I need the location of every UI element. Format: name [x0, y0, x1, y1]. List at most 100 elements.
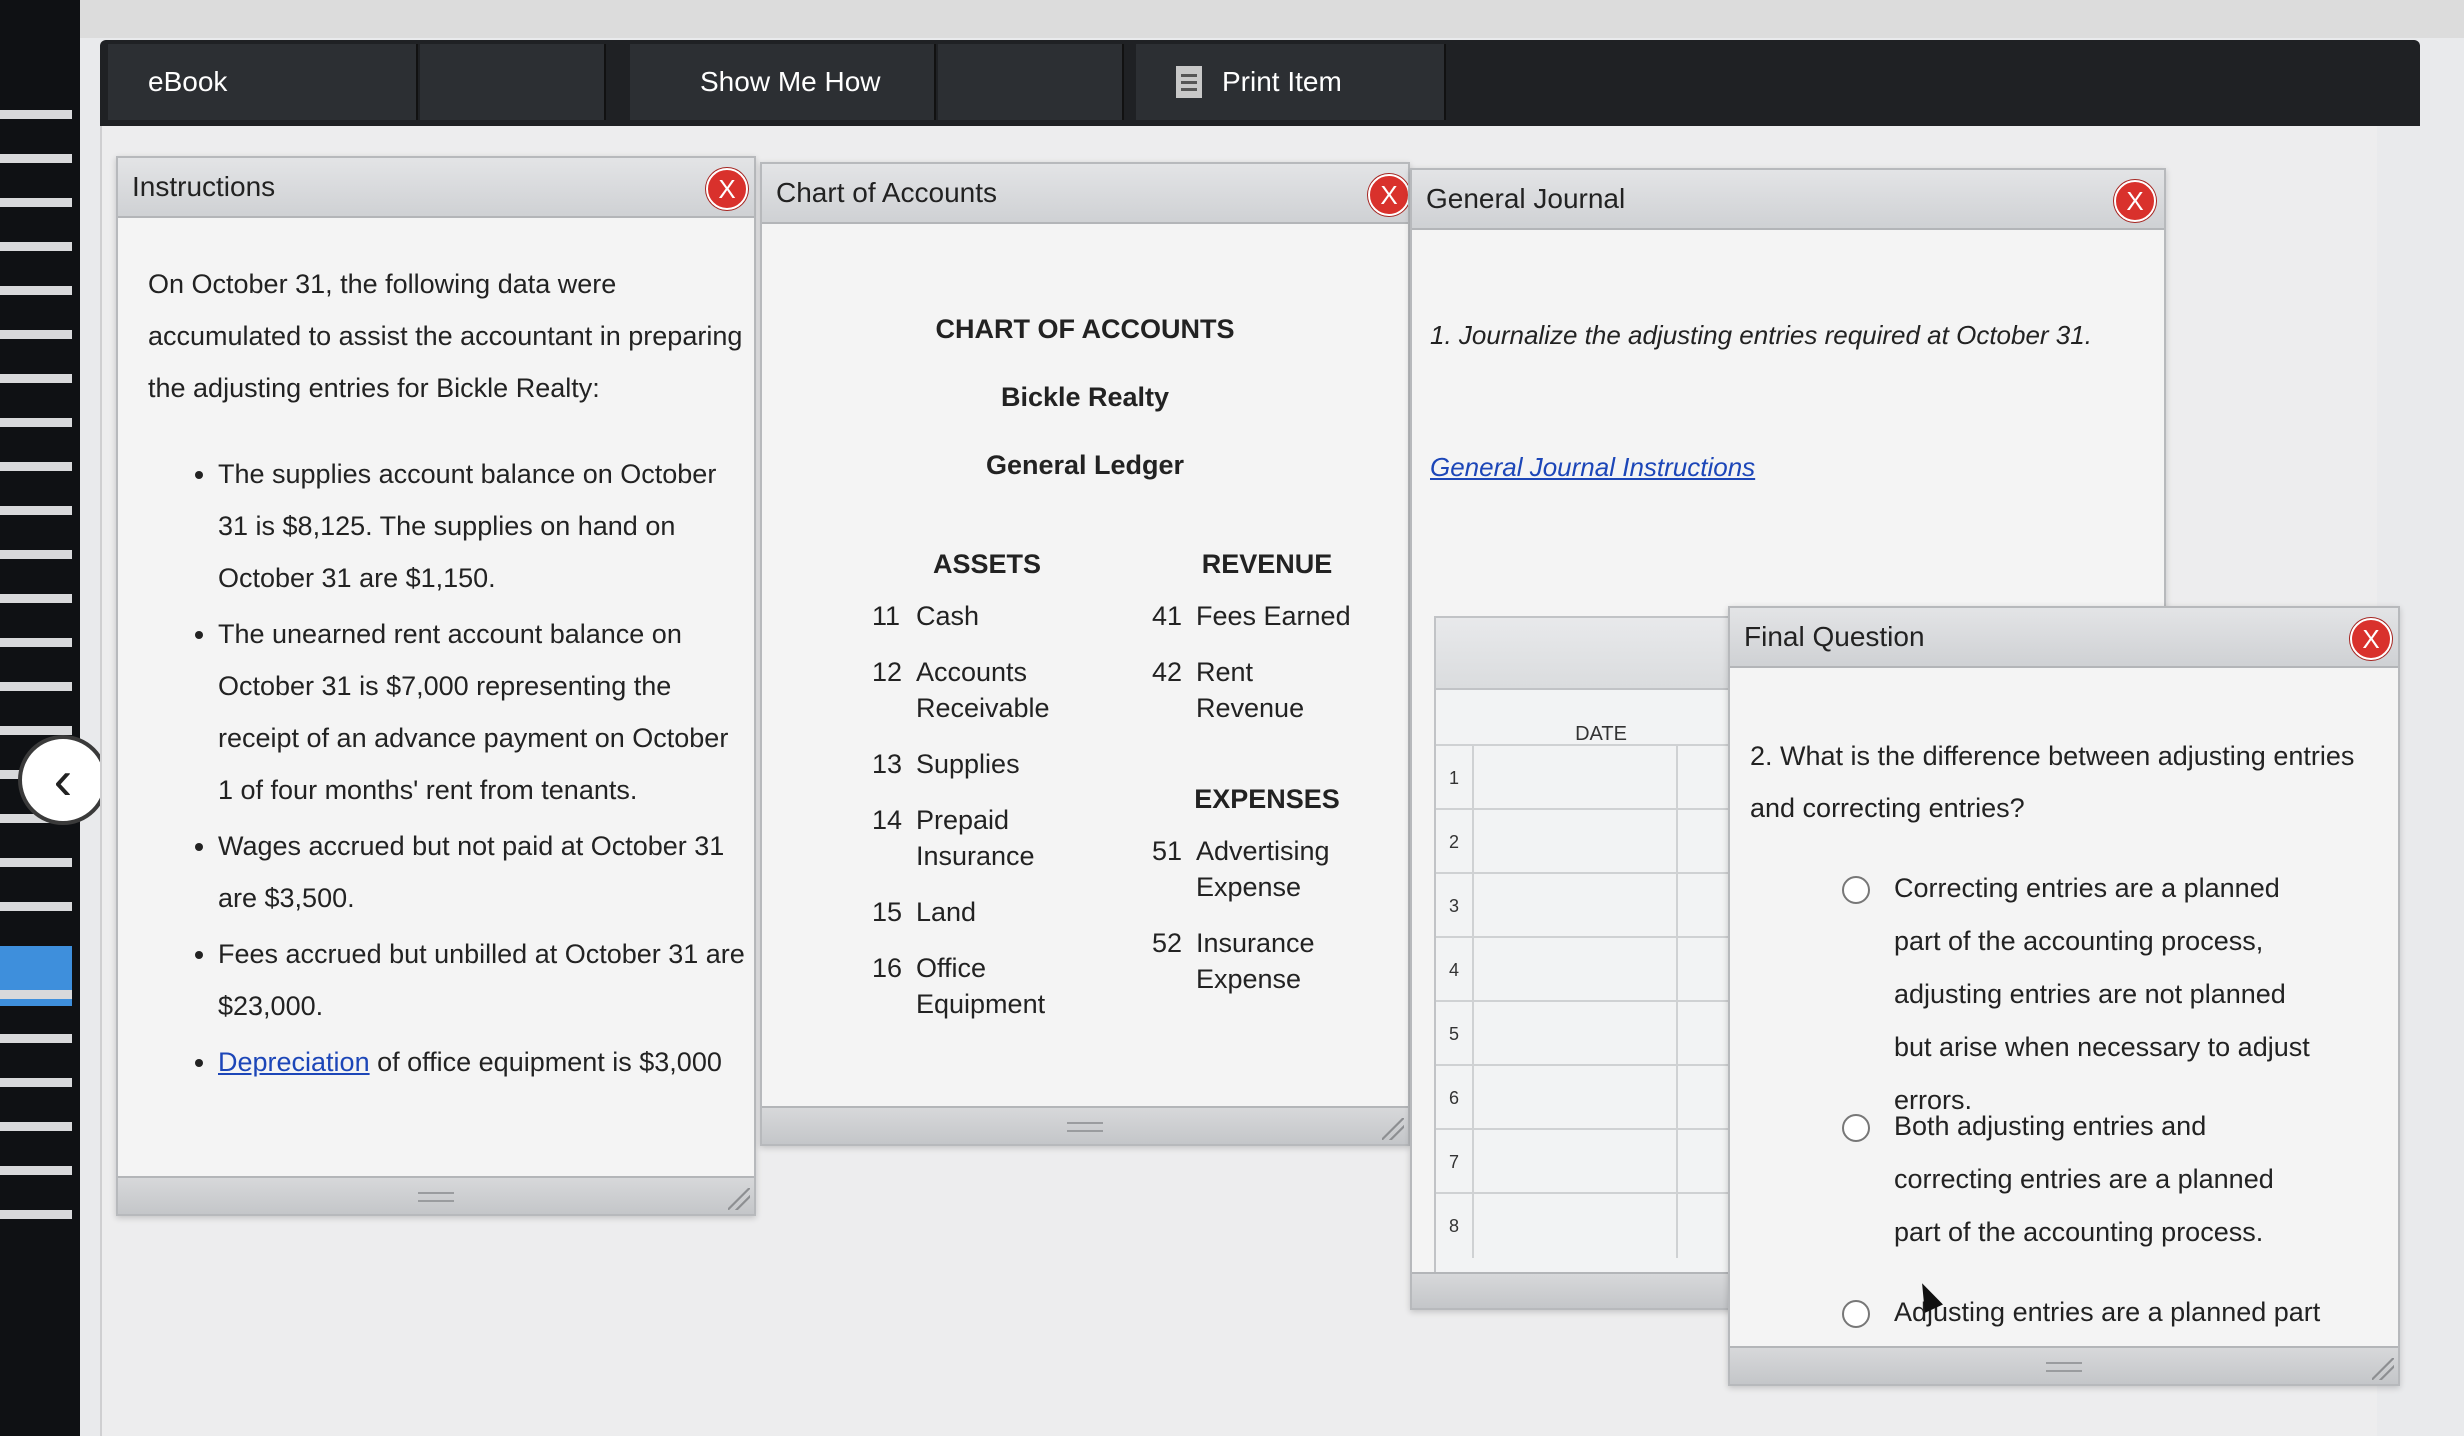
account-name: Office Equipment: [916, 953, 1046, 1019]
table-row[interactable]: 2: [1436, 808, 1752, 874]
coa-ledger: General Ledger: [985, 450, 1185, 480]
print-item-button[interactable]: Print Item: [1136, 44, 1446, 120]
row-number: 6: [1436, 1066, 1474, 1130]
general-journal-header[interactable]: General Journal: [1412, 170, 2164, 230]
date-cell[interactable]: [1676, 810, 1728, 874]
drag-grip-icon[interactable]: [2046, 1362, 2082, 1372]
radio-button[interactable]: [1842, 1114, 1870, 1142]
answer-option-2[interactable]: Both adjusting entries and correcting en…: [1842, 1100, 2322, 1259]
table-row[interactable]: 1: [1436, 744, 1752, 810]
instructions-body: On October 31, the following data were a…: [148, 258, 748, 1092]
instructions-close-icon[interactable]: X: [706, 168, 748, 210]
ebook-button[interactable]: eBook: [108, 44, 418, 120]
resize-handle-icon[interactable]: [728, 1188, 750, 1210]
revenue-heading: REVENUE: [1201, 549, 1333, 579]
edge-stripe: [0, 726, 72, 735]
account-number: 15: [872, 897, 903, 927]
answer-option-label: Adjusting entries are a planned part: [1894, 1297, 2321, 1327]
edge-stripe: [0, 990, 72, 999]
list-item: Depreciation of office equipment is $3,0…: [218, 1036, 748, 1088]
final-question-header[interactable]: Final Question: [1730, 608, 2398, 668]
answer-option-1[interactable]: Correcting entries are a planned part of…: [1842, 862, 2322, 1127]
list-item: 41 Fees Earned: [1152, 598, 1382, 634]
final-question-title: Final Question: [1744, 621, 1925, 652]
show-me-how-label: Show Me How: [700, 66, 881, 97]
list-item: 13 Supplies: [872, 746, 1102, 782]
table-row[interactable]: 5: [1436, 1000, 1752, 1066]
instructions-panel: Instructions X On October 31, the follow…: [116, 156, 756, 1216]
edge-stripe: [0, 418, 72, 427]
table-row[interactable]: 4: [1436, 936, 1752, 1002]
journal-prompt: 1. Journalize the adjusting entries requ…: [1430, 320, 2092, 350]
row-number: 4: [1436, 938, 1474, 1002]
coa-heading: CHART OF ACCOUNTS: [935, 314, 1235, 344]
instructions-footer: [118, 1176, 754, 1214]
list-item: 16 Office Equipment: [872, 950, 1102, 1022]
general-journal-instructions-link[interactable]: General Journal Instructions: [1430, 452, 1755, 483]
edge-stripe: [0, 110, 72, 119]
row-number: 8: [1436, 1194, 1474, 1258]
answer-option-label: Correcting entries are a planned part of…: [1894, 873, 2310, 1115]
edge-stripe: [0, 506, 72, 515]
date-cell[interactable]: [1676, 1002, 1728, 1066]
account-name: Supplies: [916, 749, 1020, 779]
final-question-close-icon[interactable]: X: [2350, 618, 2392, 660]
date-cell[interactable]: [1676, 1194, 1728, 1258]
edge-stripe: [0, 1078, 72, 1087]
date-cell[interactable]: [1676, 938, 1728, 1002]
list-item: 51 Advertising Expense: [1152, 833, 1382, 905]
row-number: 2: [1436, 810, 1474, 874]
show-me-how-button[interactable]: Show Me How: [630, 44, 936, 120]
general-journal-close-icon[interactable]: X: [2114, 180, 2156, 222]
table-row[interactable]: 7: [1436, 1128, 1752, 1194]
instructions-header[interactable]: Instructions: [118, 158, 754, 218]
coa-company: Bickle Realty: [1000, 382, 1170, 412]
assets-column: ASSETS 11 Cash 12 Accounts Receivable 13 Su…: [872, 549, 1102, 1042]
radio-button[interactable]: [1842, 876, 1870, 904]
resize-handle-icon[interactable]: [1382, 1118, 1404, 1140]
edge-stripe: [0, 1166, 72, 1175]
edge-stripe: [0, 1122, 72, 1131]
edge-stripe: [0, 154, 72, 163]
back-arrow-icon[interactable]: ‹: [18, 735, 108, 825]
chart-of-accounts-close-icon[interactable]: X: [1368, 174, 1408, 216]
list-item: 52 Insurance Expense: [1152, 925, 1382, 997]
edge-stripe: [0, 330, 72, 339]
account-number: 42: [1152, 657, 1183, 687]
edge-stripe: [0, 198, 72, 207]
list-item-text-cut: $3,000: [639, 1047, 722, 1077]
edge-stripe: [0, 858, 72, 867]
drag-grip-icon[interactable]: [418, 1192, 454, 1202]
edge-stripe: [0, 462, 72, 471]
journal-grid-toolbar: [1436, 618, 1752, 690]
toolbar-blank-button-2[interactable]: [938, 44, 1124, 120]
chart-of-accounts-header[interactable]: Chart of Accounts: [762, 164, 1408, 224]
list-item-text: of office equipment is: [369, 1047, 632, 1077]
chart-of-accounts-title: Chart of Accounts: [776, 177, 998, 208]
date-cell[interactable]: [1676, 746, 1728, 810]
edge-stripe: [0, 638, 72, 647]
edge-stripe: [0, 286, 72, 295]
list-item: Fees accrued but unbilled at October 31 …: [218, 928, 748, 1032]
account-number: 13: [872, 749, 903, 779]
table-row[interactable]: 8: [1436, 1192, 1752, 1258]
date-cell[interactable]: [1676, 1130, 1728, 1194]
answer-option-3[interactable]: Adjusting entries are a planned part: [1842, 1286, 2322, 1339]
toolbar-blank-button[interactable]: [420, 44, 606, 120]
list-item: 14 Prepaid Insurance: [872, 802, 1102, 874]
date-cell[interactable]: [1676, 874, 1728, 938]
account-number: 16: [872, 953, 903, 983]
instructions-list: The supplies account balance on October …: [148, 448, 748, 1088]
account-name: Insurance Expense: [1196, 928, 1315, 994]
date-cell[interactable]: [1676, 1066, 1728, 1130]
table-row[interactable]: 3: [1436, 872, 1752, 938]
table-row[interactable]: 6: [1436, 1064, 1752, 1130]
resize-handle-icon[interactable]: [2372, 1358, 2394, 1380]
edge-stripe: [0, 374, 72, 383]
general-journal-title: General Journal: [1426, 183, 1626, 214]
browser-top-strip: [50, 0, 2464, 38]
depreciation-link[interactable]: Depreciation: [218, 1047, 370, 1077]
radio-button[interactable]: [1842, 1300, 1870, 1328]
drag-grip-icon[interactable]: [1067, 1122, 1103, 1132]
instructions-intro: On October 31, the following data were a…: [148, 269, 743, 403]
